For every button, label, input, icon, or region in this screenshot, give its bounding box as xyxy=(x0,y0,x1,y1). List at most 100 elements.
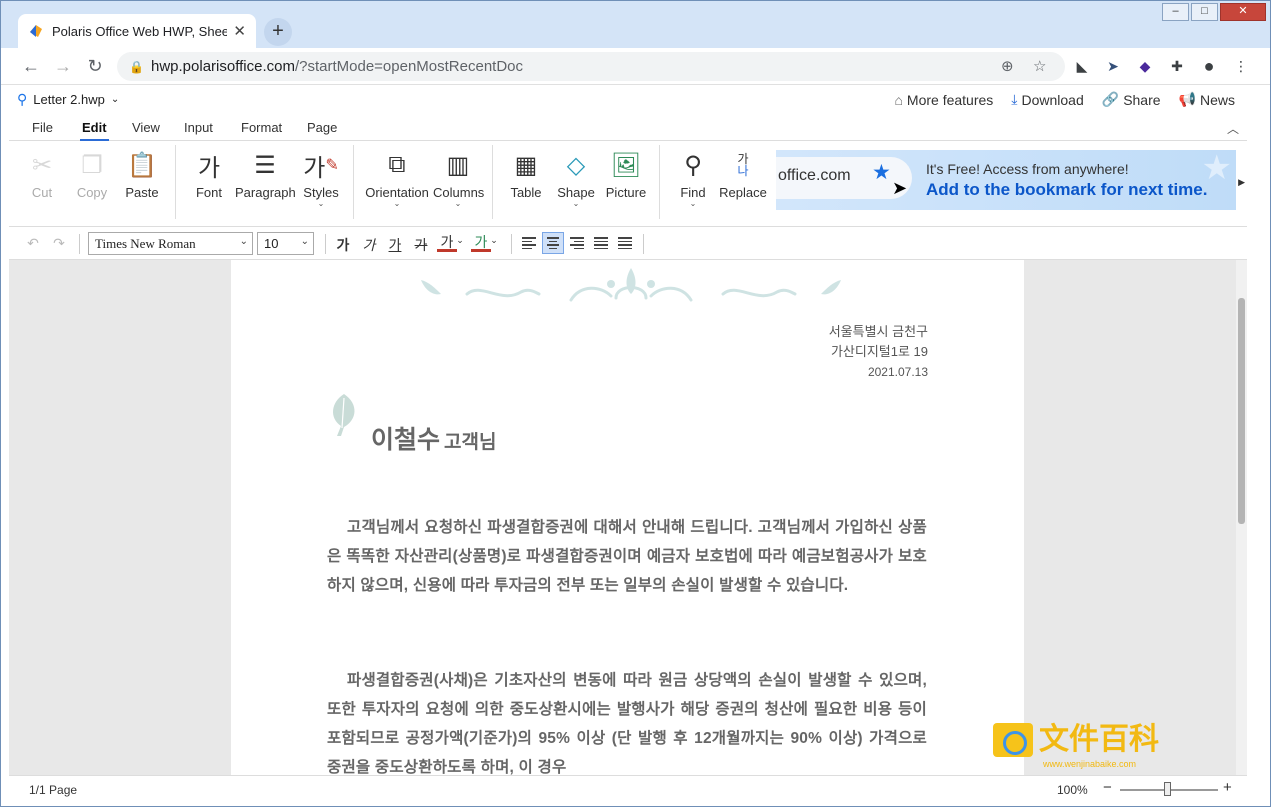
paragraph-icon: ☰ xyxy=(254,151,276,179)
lock-icon: 🔒 xyxy=(129,59,144,74)
bookmark-banner-ad[interactable]: office.com ★ ➤ It's Free! Access from an… xyxy=(776,150,1236,210)
extension-arrow-icon[interactable]: ➤ xyxy=(1103,57,1123,75)
align-center-button[interactable] xyxy=(542,232,564,254)
back-arrow-icon[interactable]: ← xyxy=(19,55,43,79)
align-right-button[interactable] xyxy=(566,232,588,254)
browser-window: Polaris Office Web HWP, Shee ✕ + – □ ✕ ←… xyxy=(0,0,1271,807)
home-icon: ⌂ xyxy=(894,91,903,108)
zoom-in-button[interactable]: + xyxy=(1223,779,1232,796)
font-size-select[interactable]: 10 ⌄ xyxy=(257,232,314,255)
news-link[interactable]: 📢 News xyxy=(1179,91,1235,108)
find-button[interactable]: ⚲ Find ⌄ xyxy=(677,149,709,208)
body-paragraph-2: 파생결합증권(사채)은 기초자산의 변동에 따라 원금 상당액의 손실이 발생할… xyxy=(327,672,927,775)
replace-button[interactable]: 가 나 Replace xyxy=(719,149,767,200)
close-tab-icon[interactable]: ✕ xyxy=(233,22,246,40)
picture-button[interactable]: 🖼 Picture xyxy=(605,149,647,201)
new-tab-button[interactable]: + xyxy=(264,18,292,46)
ribbon-divider xyxy=(659,145,660,219)
font-color-button[interactable]: 가 xyxy=(437,235,457,252)
extension-icon[interactable]: ◣ xyxy=(1072,57,1092,75)
share-link[interactable]: 🔗 Share xyxy=(1102,91,1161,108)
document-name-menu[interactable]: ⚲ Letter 2.hwp ⌄ xyxy=(17,91,119,108)
align-left-button[interactable] xyxy=(518,232,540,254)
paragraph-button[interactable]: ☰ Paragraph xyxy=(235,149,296,201)
chevron-down-icon[interactable]: ⌄ xyxy=(489,235,499,246)
copy-icon: ❐ xyxy=(81,151,103,179)
browser-tab[interactable]: Polaris Office Web HWP, Shee ✕ xyxy=(18,14,256,48)
app-header: ⚲ Letter 2.hwp ⌄ ⌂ More features ⤓ Downloa… xyxy=(9,85,1247,115)
strikethrough-button[interactable]: 가 xyxy=(411,235,431,255)
document-canvas[interactable]: 서울특별시 금천구 가산디지털1로 19 2021.07.13 이철수 고객님 고… xyxy=(9,260,1236,775)
letter-date: 2021.07.13 xyxy=(867,365,928,379)
url-field[interactable]: 🔒 hwp.polarisoffice.com/?startMode=openM… xyxy=(117,52,1065,81)
underline-button[interactable]: 가 xyxy=(385,235,405,255)
decorative-star-icon: ★ xyxy=(1201,150,1232,187)
address-bar: ← → ↻ 🔒 hwp.polarisoffice.com/?startMode… xyxy=(1,48,1270,85)
paste-button[interactable]: 📋 Paste xyxy=(125,149,159,201)
tab-view[interactable]: View xyxy=(132,120,160,135)
picture-icon: 🖼 xyxy=(610,151,642,179)
tab-file[interactable]: File xyxy=(32,120,53,135)
browser-menu-icon[interactable]: ⋮ xyxy=(1231,57,1251,75)
copy-button[interactable]: ❐ Copy xyxy=(75,149,109,201)
shape-button[interactable]: ◇ Shape ⌄ xyxy=(557,149,595,208)
chevron-down-icon: ⌄ xyxy=(110,94,120,105)
document-page[interactable]: 서울특별시 금천구 가산디지털1로 19 2021.07.13 이철수 고객님 고… xyxy=(231,260,1024,775)
share-link-icon: 🔗 xyxy=(1101,91,1120,107)
styles-button[interactable]: 가 ✎ Styles ⌄ xyxy=(301,149,341,208)
profile-avatar-icon[interactable]: ● xyxy=(1199,57,1219,75)
install-app-icon[interactable]: ⊕ xyxy=(1001,57,1014,75)
orientation-button[interactable]: ⧉ Orientation ⌄ xyxy=(363,149,431,208)
table-icon: ▦ xyxy=(514,151,538,179)
italic-button[interactable]: 가 xyxy=(359,235,379,255)
extensions-puzzle-icon[interactable]: ✚ xyxy=(1167,57,1187,75)
close-window-button[interactable]: ✕ xyxy=(1220,3,1266,21)
table-button[interactable]: ▦ Table xyxy=(509,149,543,201)
bookmark-star-icon[interactable]: ☆ xyxy=(1033,57,1046,75)
scissors-icon: ✂ xyxy=(31,151,53,179)
columns-button[interactable]: ▥ Columns ⌄ xyxy=(433,149,484,208)
distribute-button[interactable] xyxy=(614,232,636,254)
document-icon: ⚲ xyxy=(17,91,28,107)
table-label: Table xyxy=(510,185,542,200)
minimize-button[interactable]: – xyxy=(1162,3,1189,21)
tab-format[interactable]: Format xyxy=(241,120,282,135)
forward-arrow-icon[interactable]: → xyxy=(51,55,75,79)
extension-diamond-icon[interactable]: ◆ xyxy=(1135,57,1155,75)
watermark-logo-icon xyxy=(993,723,1033,757)
font-button[interactable]: 가 Font xyxy=(193,149,225,201)
zoom-out-button[interactable]: − xyxy=(1103,779,1112,796)
toolbar-divider xyxy=(79,234,80,254)
download-link[interactable]: ⤓ Download xyxy=(1011,91,1083,108)
font-family-select[interactable]: Times New Roman ⌄ xyxy=(88,232,253,255)
format-toolbar: ↶ ↷ Times New Roman ⌄ 10 ⌄ 가 가 가 가 가 ⌄ 가… xyxy=(9,227,1247,260)
status-bar: 1/1 Page 100% − + xyxy=(9,775,1247,802)
tab-title: Polaris Office Web HWP, Shee xyxy=(52,23,228,39)
recipient-honorific: 고객님 xyxy=(444,432,497,453)
tab-page[interactable]: Page xyxy=(307,120,337,135)
scrollbar-thumb[interactable] xyxy=(1238,298,1245,524)
cut-button[interactable]: ✂ Cut xyxy=(27,149,57,201)
redo-icon[interactable]: ↷ xyxy=(49,235,69,252)
highlight-color-button[interactable]: 가 xyxy=(471,235,491,252)
vertical-scrollbar[interactable] xyxy=(1236,260,1247,775)
more-features-link[interactable]: ⌂ More features xyxy=(894,91,993,108)
pen-icon: ✎ xyxy=(325,157,339,174)
bold-button[interactable]: 가 xyxy=(333,235,353,255)
ribbon-scroll-right-icon[interactable]: ▶ xyxy=(1238,177,1245,188)
undo-icon[interactable]: ↶ xyxy=(23,235,43,252)
page-count: 1/1 Page xyxy=(29,783,78,797)
reload-icon[interactable]: ↻ xyxy=(83,55,107,79)
chevron-down-icon: ⌄ xyxy=(393,199,401,208)
more-features-label: More features xyxy=(906,91,994,108)
collapse-ribbon-icon[interactable]: ︿ xyxy=(1227,120,1239,137)
maximize-button[interactable]: □ xyxy=(1191,3,1218,21)
tab-input[interactable]: Input xyxy=(184,120,213,135)
styles-glyph: 가 xyxy=(303,154,326,182)
styles-label: Styles xyxy=(303,185,339,200)
orientation-icon: ⧉ xyxy=(388,151,406,178)
zoom-slider-handle[interactable] xyxy=(1164,782,1171,796)
justify-button[interactable] xyxy=(590,232,612,254)
tab-edit[interactable]: Edit xyxy=(80,120,109,142)
chevron-down-icon[interactable]: ⌄ xyxy=(455,235,465,246)
